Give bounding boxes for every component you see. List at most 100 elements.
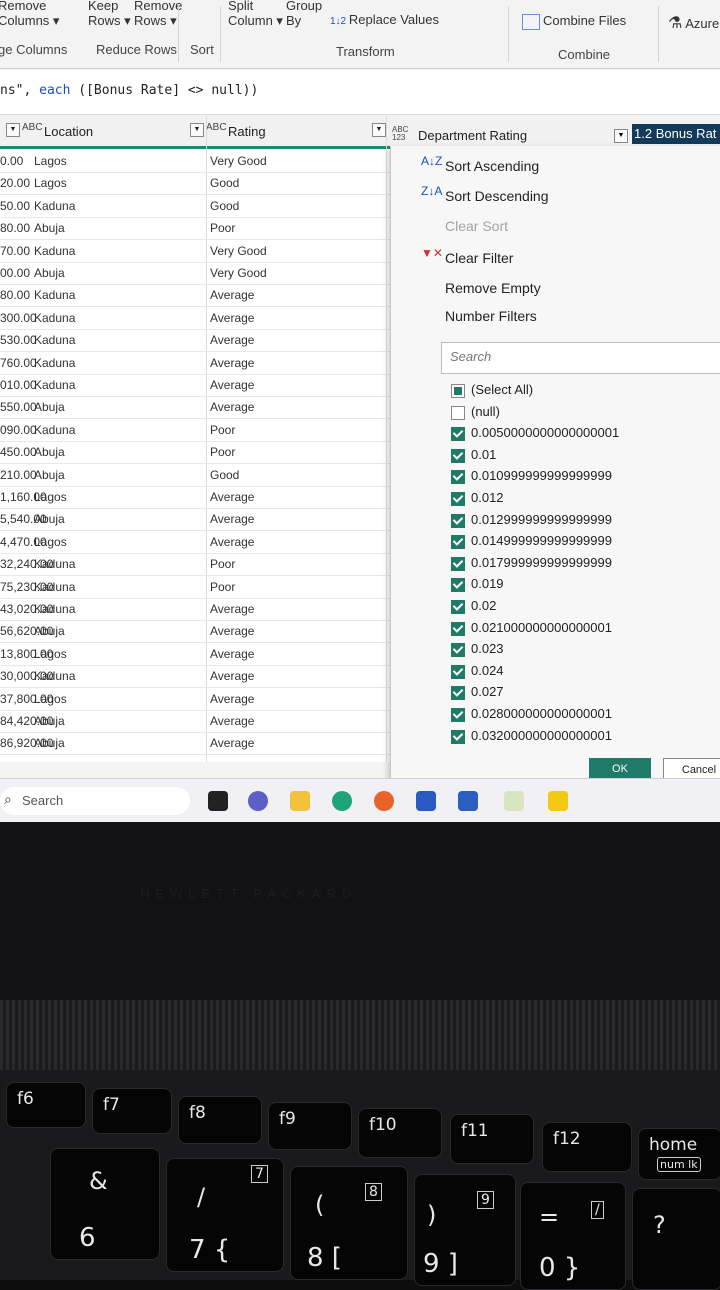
checkbox[interactable]	[451, 535, 465, 550]
key-6[interactable]: & 6	[50, 1148, 160, 1260]
column-header-bonus-rate[interactable]: 1.2 Bonus Rat	[632, 124, 720, 144]
filter-search-input[interactable]: Search	[441, 342, 720, 374]
app-icon[interactable]	[504, 791, 524, 811]
table-row[interactable]: 530.00KadunaAverageSale	[0, 329, 416, 353]
key-7[interactable]: / 7 {7	[166, 1158, 284, 1272]
table-row[interactable]: 5,540.00AbujaAverageHun	[0, 508, 414, 532]
table-row[interactable]: 30,000.00KadunaAverageEngi	[0, 665, 416, 689]
checkbox[interactable]	[451, 384, 465, 398]
remove-empty-item[interactable]: Remove Empty	[445, 280, 541, 296]
checkbox[interactable]	[451, 405, 465, 420]
table-row[interactable]: 090.00KadunaPoorSup	[0, 419, 413, 442]
checkbox[interactable]	[451, 513, 465, 528]
teams-chat-icon[interactable]	[248, 791, 268, 811]
table-row[interactable]: 84,420.00AbujaAverageProc	[0, 710, 417, 733]
replace-values-button[interactable]: 1↓2 Replace Values	[330, 12, 439, 27]
key-f7[interactable]: f7	[92, 1088, 172, 1134]
table-row[interactable]: 50.00KadunaGoodEngi	[0, 195, 416, 218]
key-f12[interactable]: f12	[542, 1122, 632, 1172]
checkbox[interactable]	[451, 621, 465, 636]
key-f8[interactable]: f8	[178, 1096, 262, 1144]
key-9[interactable]: ) 9 ] 9	[414, 1174, 516, 1286]
table-row[interactable]: 70.00KadunaVery GoodLega	[0, 240, 419, 263]
key-f10[interactable]: f10	[358, 1108, 442, 1158]
filter-dropdown-icon[interactable]: ▼	[614, 129, 628, 143]
store-icon[interactable]	[416, 791, 436, 811]
table-row[interactable]: 32,240.00KadunaPoorEngi	[0, 553, 416, 577]
key-f9[interactable]: f9	[268, 1102, 352, 1150]
checkbox[interactable]	[451, 492, 465, 506]
formula-bar[interactable]: ns", each ([Bonus Rate] <> null))	[0, 70, 720, 115]
number-filters-item[interactable]: Number Filters	[445, 308, 537, 324]
table-row[interactable]: 43,020.00KadunaAverageSup	[0, 598, 413, 621]
search-placeholder: Search	[450, 349, 492, 364]
task-view-icon[interactable]	[208, 791, 228, 811]
split-column-button[interactable]: Split Column ▾	[228, 0, 283, 29]
column-header-rating[interactable]: ▼ ABC Rating	[184, 116, 384, 149]
key-question[interactable]: ?	[632, 1188, 720, 1290]
checkbox[interactable]	[451, 686, 465, 701]
checkbox[interactable]	[451, 448, 465, 463]
word-icon[interactable]	[458, 791, 478, 811]
column-header-location[interactable]: ▼ ABC Location	[0, 116, 200, 149]
sort-ascending-item[interactable]: Sort Ascending	[445, 158, 539, 174]
clear-filter-item[interactable]: Clear Filter	[445, 250, 513, 266]
checkbox[interactable]	[451, 729, 465, 744]
cell-location: Kaduna	[34, 378, 76, 392]
keyboard: f6 f7 f8 f9 f10 f11 f12 home num lk & 6 /7…	[0, 1070, 720, 1290]
key-f6[interactable]: f6	[6, 1082, 86, 1128]
column-type-icon[interactable]: ABC 123	[392, 126, 410, 142]
table-row[interactable]: 56,620.00AbujaAverageSup	[0, 620, 413, 644]
table-row[interactable]: 1,160.00LagosAverageHun	[0, 486, 414, 509]
table-row[interactable]: 010.00KadunaAverageSale	[0, 374, 416, 397]
table-row[interactable]: 37,800.00LagosAverageBusi	[0, 688, 415, 711]
checkbox[interactable]	[451, 578, 465, 593]
column-type-icon[interactable]: ABC	[22, 122, 43, 133]
column-type-icon[interactable]: ABC	[206, 122, 227, 133]
key-f11[interactable]: f11	[450, 1114, 534, 1164]
table-row[interactable]: 86,920.00AbujaAverageProc	[0, 732, 417, 756]
checkbox[interactable]	[451, 470, 465, 485]
checkbox[interactable]	[451, 556, 465, 571]
checkbox[interactable]	[451, 708, 465, 722]
checkbox[interactable]	[451, 664, 465, 679]
table-row[interactable]: 80.00KadunaAverageSale	[0, 284, 416, 308]
edge-icon[interactable]	[332, 791, 352, 811]
key-0[interactable]: = 0 } /	[520, 1182, 626, 1290]
key-label: f10	[369, 1115, 397, 1135]
remove-rows-button[interactable]: Remove Rows ▾	[134, 0, 182, 29]
checkbox[interactable]	[451, 643, 465, 658]
filter-dropdown-icon[interactable]: ▼	[190, 123, 204, 137]
table-row[interactable]: 210.00AbujaGoodSale	[0, 464, 416, 487]
table-row[interactable]: 450.00AbujaPoorSup	[0, 441, 413, 465]
key-home[interactable]: home num lk	[638, 1128, 720, 1180]
keep-rows-button[interactable]: Keep Rows ▾	[88, 0, 131, 29]
table-row[interactable]: 760.00KadunaAverageSale	[0, 352, 416, 375]
firefox-icon[interactable]	[374, 791, 394, 811]
file-explorer-icon[interactable]	[290, 791, 310, 811]
table-row[interactable]: 75,230.00KadunaPoorEngi	[0, 576, 416, 599]
table-row[interactable]: 80.00AbujaPoorSale	[0, 217, 416, 241]
group-by-button[interactable]: Group By	[286, 0, 322, 28]
key-8[interactable]: (8 [8	[290, 1166, 408, 1280]
table-row[interactable]: 550.00AbujaAverageSale	[0, 396, 416, 420]
table-row[interactable]: 13,800.00LagosAverageEngi	[0, 643, 416, 666]
azure-button[interactable]: ⚗ Azure	[668, 13, 719, 33]
sort-descending-item[interactable]: Sort Descending	[445, 188, 549, 204]
filter-dropdown-icon[interactable]: ▼	[372, 123, 386, 137]
combine-files-button[interactable]: Combine Files	[522, 13, 626, 30]
power-bi-icon[interactable]	[548, 791, 568, 811]
checkbox[interactable]	[451, 600, 465, 614]
table-row[interactable]: 20.00LagosGoodEngi	[0, 172, 416, 196]
taskbar-search[interactable]: ⌕ Search	[0, 787, 190, 815]
key-shift-label: /	[197, 1183, 206, 1211]
ok-button[interactable]: OK	[589, 758, 651, 780]
table-row[interactable]: 00.00AbujaVery GoodLega	[0, 262, 419, 285]
filter-dropdown-icon[interactable]: ▼	[6, 123, 20, 137]
remove-columns-button[interactable]: Remove Columns ▾	[0, 0, 59, 29]
cell-rating: Very Good	[210, 266, 267, 280]
table-row[interactable]: 0.00LagosVery GoodSale	[0, 150, 416, 173]
table-row[interactable]: 4,470.00LagosAverageHun	[0, 531, 414, 554]
checkbox[interactable]	[451, 427, 465, 442]
table-row[interactable]: 300.00KadunaAverageSale	[0, 307, 416, 330]
